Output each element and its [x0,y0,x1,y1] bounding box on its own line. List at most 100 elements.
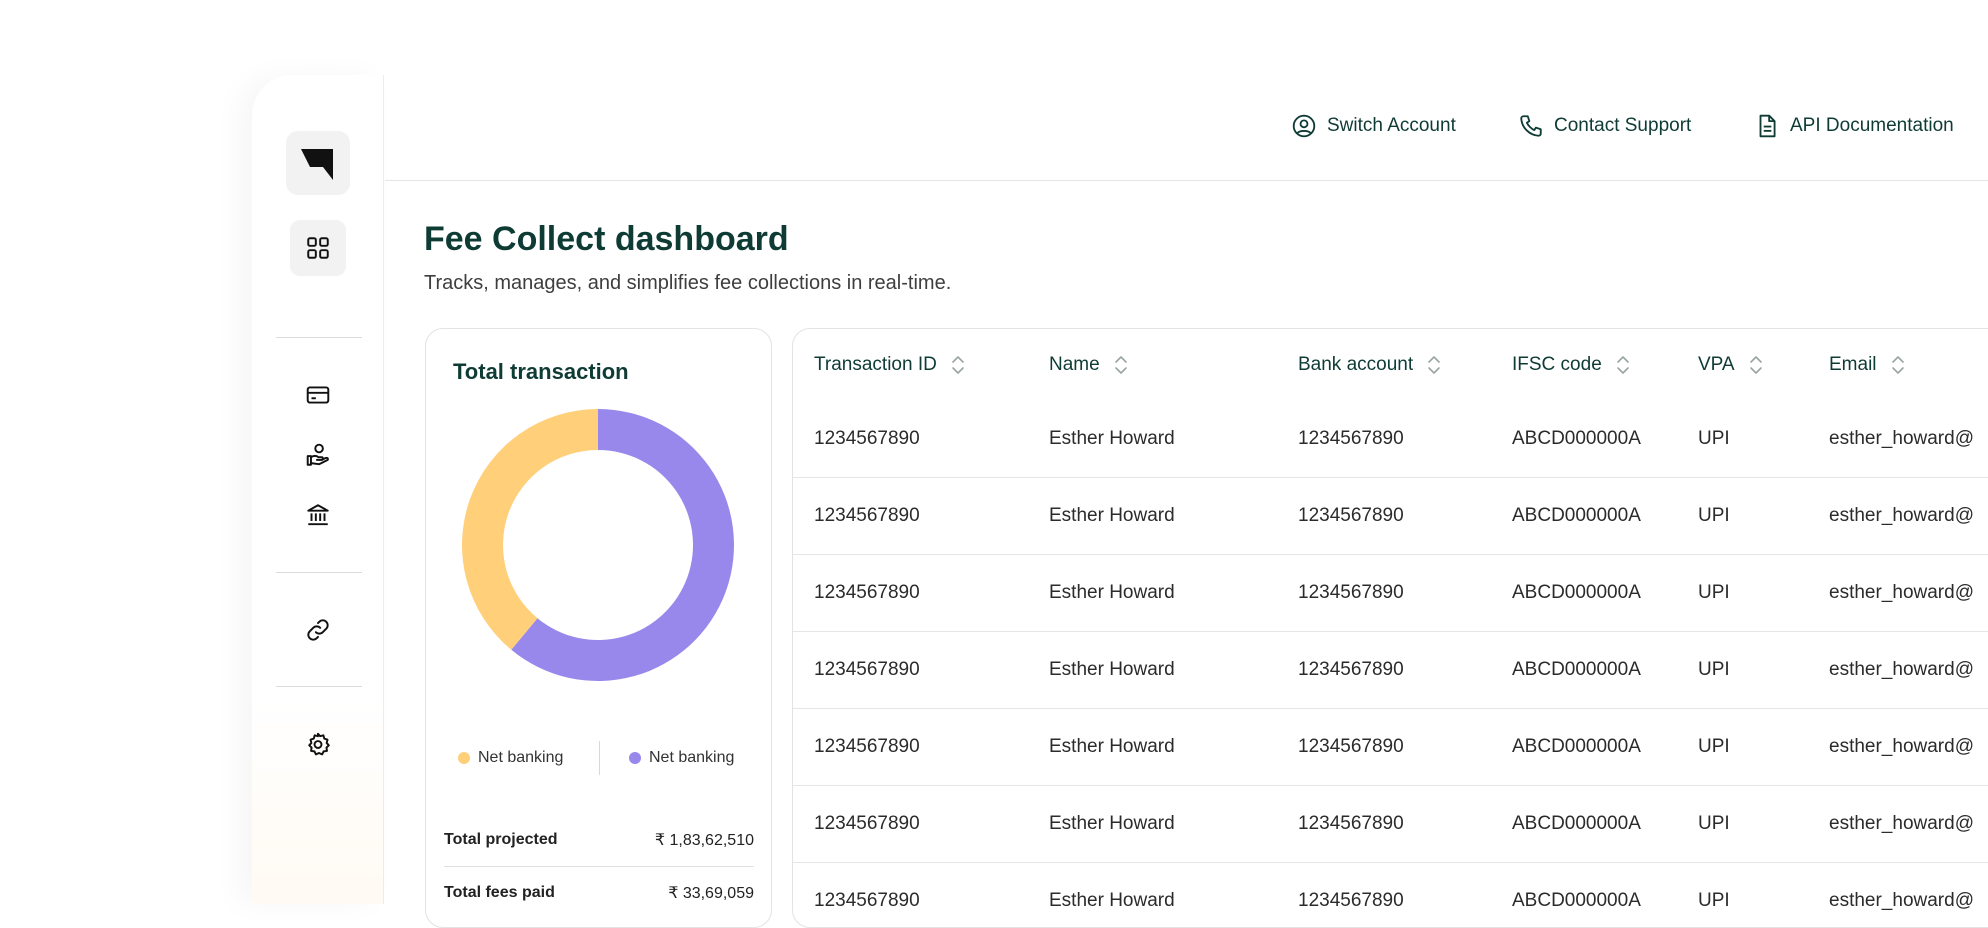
api-documentation-label: API Documentation [1790,115,1954,136]
table-header-row: Transaction ID Name Bank account IFSC code V… [793,329,1988,401]
column-header[interactable]: VPA [1698,329,1829,401]
sort-icon[interactable] [951,354,965,376]
table-cell: Esther Howard [1049,631,1298,709]
table-row[interactable]: 1234567890 Esther Howard 1234567890 ABCD000… [793,785,1988,863]
table-cell: Esther Howard [1049,708,1298,786]
column-header-label: Name [1049,354,1100,375]
table-cell: esther_howard@ [1829,477,1988,555]
column-header-label: IFSC code [1512,354,1602,375]
table-cell: esther_howard@ [1829,708,1988,786]
total-projected-label: Total projected [444,831,558,848]
sidebar [252,75,384,904]
table-cell: 1234567890 [793,401,1049,478]
table-cell: esther_howard@ [1829,631,1988,709]
summary-divider [444,866,754,867]
document-icon [1759,114,1776,138]
contact-support-link[interactable]: Contact Support [1518,113,1691,139]
table-cell: 1234567890 [1298,862,1512,927]
column-header-label: Email [1829,354,1877,375]
table-cell: ABCD000000A [1512,631,1698,709]
table-cell: UPI [1698,554,1829,632]
table-cell: UPI [1698,631,1829,709]
table-cell: 1234567890 [793,708,1049,786]
sort-icon[interactable] [1891,354,1905,376]
table-cell: 1234567890 [793,477,1049,555]
legend-item: Net banking [629,749,734,767]
total-projected-row: Total projected ₹ 1,83,62,510 [444,825,754,855]
switch-account-link[interactable]: Switch Account [1291,113,1456,139]
sort-icon[interactable] [1114,354,1128,376]
top-bar: Switch Account Contact Support API Docum… [385,75,1988,181]
table-cell: esther_howard@ [1829,862,1988,927]
legend-separator [599,741,600,775]
sort-icon[interactable] [1427,354,1441,376]
sidebar-item-collections[interactable] [290,427,346,483]
sidebar-item-payments[interactable] [290,367,346,423]
table-row[interactable]: 1234567890 Esther Howard 1234567890 ABCD000… [793,708,1988,786]
table-cell: 1234567890 [793,554,1049,632]
total-fees-paid-value: ₹ 33,69,059 [668,885,754,902]
bank-icon [307,504,329,526]
table-cell: ABCD000000A [1512,554,1698,632]
table-cell: Esther Howard [1049,862,1298,927]
sidebar-divider [276,572,362,573]
table-cell: 1234567890 [793,631,1049,709]
sort-icon[interactable] [1616,354,1630,376]
legend-label: Net banking [649,749,735,766]
link-icon [307,619,329,641]
table-row[interactable]: 1234567890 Esther Howard 1234567890 ABCD000… [793,862,1988,927]
column-header-sort[interactable]: Name [1049,354,1128,376]
sidebar-item-settings[interactable] [290,716,346,772]
sidebar-item-links[interactable] [290,602,346,658]
column-header-sort[interactable]: Transaction ID [814,354,965,376]
table-cell: 1234567890 [1298,401,1512,478]
total-fees-paid-label: Total fees paid [444,884,555,901]
table-cell: ABCD000000A [1512,477,1698,555]
table-cell: ABCD000000A [1512,785,1698,863]
table-row[interactable]: 1234567890 Esther Howard 1234567890 ABCD000… [793,477,1988,555]
column-header-sort[interactable]: Email [1829,354,1905,376]
page-title: Fee Collect dashboard [424,220,789,258]
donut-slice[interactable] [462,409,598,650]
phone-icon [1520,115,1542,137]
card-title: Total transaction [453,359,629,384]
table-cell: 1234567890 [1298,477,1512,555]
column-header[interactable]: IFSC code [1512,329,1698,401]
table-cell: UPI [1698,401,1829,478]
transactions-table: Transaction ID Name Bank account IFSC code V… [792,328,1988,928]
table-cell: Esther Howard [1049,401,1298,478]
column-header[interactable]: Name [1049,329,1298,401]
table-row[interactable]: 1234567890 Esther Howard 1234567890 ABCD000… [793,631,1988,709]
table-cell: ABCD000000A [1512,401,1698,478]
table-cell: esther_howard@ [1829,785,1988,863]
sort-icon[interactable] [1749,354,1763,376]
logo[interactable] [286,131,350,195]
total-transaction-card: Total transaction Net banking Net bankin… [425,328,772,928]
column-header[interactable]: Email [1829,329,1988,401]
api-documentation-link[interactable]: API Documentation [1754,113,1954,139]
table-cell: 1234567890 [1298,554,1512,632]
switch-account-label: Switch Account [1327,115,1456,136]
column-header-sort[interactable]: VPA [1698,354,1763,376]
column-header[interactable]: Transaction ID [793,329,1049,401]
sidebar-divider [276,337,362,338]
table-cell: Esther Howard [1049,554,1298,632]
column-header-sort[interactable]: IFSC code [1512,354,1630,376]
table-cell: UPI [1698,477,1829,555]
dashboard-grid-icon [307,237,329,259]
sidebar-divider [276,686,362,687]
table-cell: UPI [1698,862,1829,927]
table-row[interactable]: 1234567890 Esther Howard 1234567890 ABCD000… [793,554,1988,632]
column-header[interactable]: Bank account [1298,329,1512,401]
table-cell: 1234567890 [1298,708,1512,786]
contact-support-label: Contact Support [1554,115,1692,136]
table-cell: esther_howard@ [1829,554,1988,632]
table-row[interactable]: 1234567890 Esther Howard 1234567890 ABCD000… [793,401,1988,478]
chart-legend: Net banking Net banking [426,739,773,779]
table-cell: UPI [1698,785,1829,863]
sidebar-item-bank[interactable] [290,487,346,543]
column-header-sort[interactable]: Bank account [1298,354,1441,376]
table-cell: esther_howard@ [1829,401,1988,478]
sidebar-item-dashboard[interactable] [290,220,346,276]
column-header-label: Bank account [1298,354,1414,375]
